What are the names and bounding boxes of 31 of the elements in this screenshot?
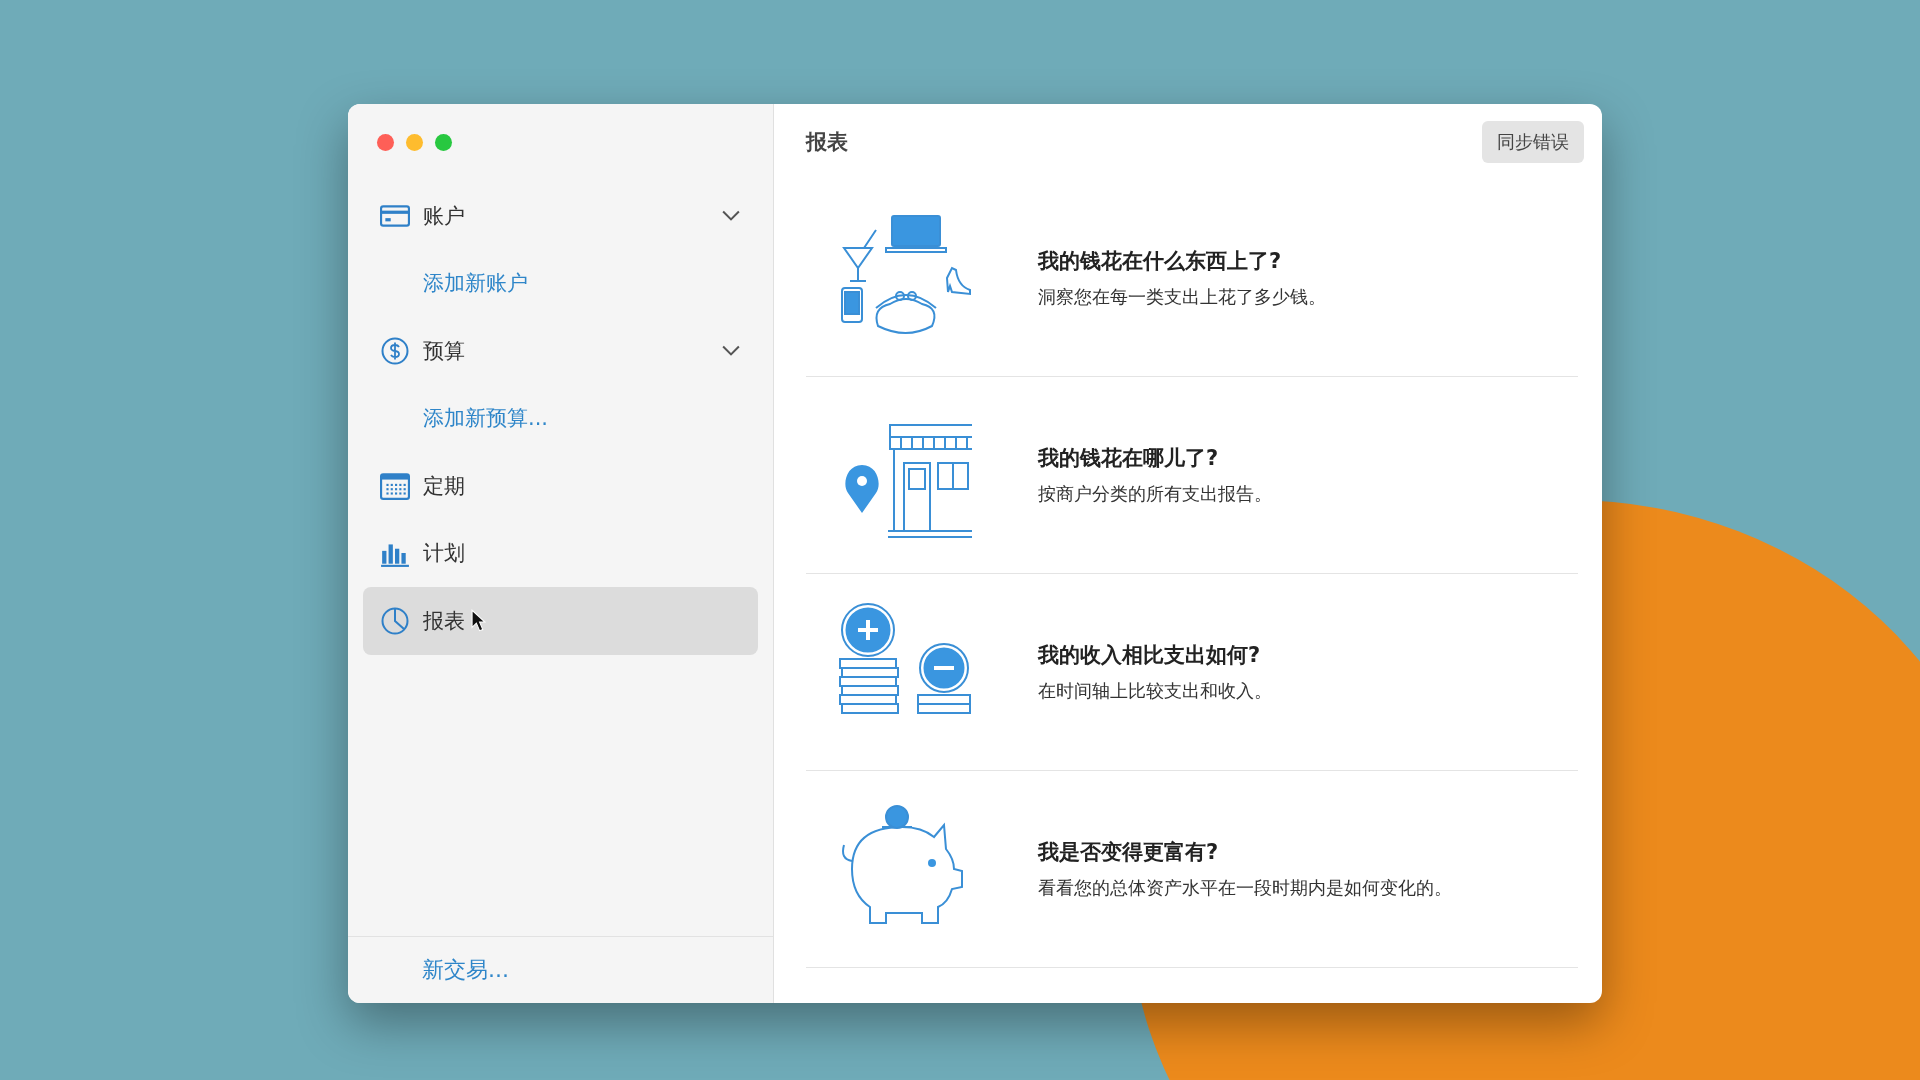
chevron-icon[interactable] bbox=[722, 209, 740, 222]
report-title: 我的钱花在哪儿了? bbox=[1038, 445, 1220, 472]
report-description: 洞察您在每一类支出上花了多少钱。 bbox=[1038, 285, 1326, 309]
pie-chart-icon bbox=[380, 606, 410, 635]
close-button[interactable] bbox=[377, 134, 394, 151]
sidebar-item[interactable]: 报表 bbox=[363, 587, 758, 655]
dollar-icon bbox=[380, 336, 410, 365]
minimize-button[interactable] bbox=[406, 134, 423, 151]
report-item[interactable]: 我的钱花在什么东西上了? 洞察您在每一类支出上花了多少钱。 bbox=[806, 180, 1578, 377]
mouse-pointer-icon bbox=[471, 608, 486, 633]
report-description: 在时间轴上比较支出和收入。 bbox=[1038, 679, 1272, 703]
report-description: 看看您的总体资产水平在一段时期内是如何变化的。 bbox=[1038, 876, 1452, 900]
sidebar-item[interactable]: 预算 bbox=[363, 317, 758, 385]
zoom-button[interactable] bbox=[435, 134, 452, 151]
sidebar-item[interactable]: 计划 bbox=[363, 519, 758, 587]
calendar-icon bbox=[380, 471, 410, 500]
report-item[interactable]: 我是否变得更富有? 看看您的总体资产水平在一段时期内是如何变化的。 bbox=[806, 771, 1578, 968]
sidebar-item[interactable]: 添加新账户 bbox=[363, 249, 758, 317]
sidebar-item[interactable]: 添加新预算... bbox=[363, 384, 758, 452]
report-title: 我是否变得更富有? bbox=[1038, 839, 1220, 866]
report-item[interactable]: 我的钱花在哪儿了? 按商户分类的所有支出报告。 bbox=[806, 377, 1578, 574]
report-description: 按商户分类的所有支出报告。 bbox=[1038, 482, 1272, 506]
new-transaction-link[interactable]: 新交易... bbox=[422, 955, 509, 985]
report-title: 我的钱花在什么东西上了? bbox=[1038, 248, 1283, 275]
sidebar-item[interactable]: 账户 bbox=[363, 182, 758, 250]
sync-errors-button[interactable]: 同步错误 bbox=[1482, 121, 1584, 163]
report-item[interactable]: 我的收入相比支出如何? 在时间轴上比较支出和收入。 bbox=[806, 574, 1578, 771]
sidebar-item[interactable]: 定期 bbox=[363, 452, 758, 520]
report-title: 我的收入相比支出如何? bbox=[1038, 642, 1262, 669]
window-title: 报表 bbox=[806, 129, 848, 156]
chevron-icon[interactable] bbox=[722, 344, 740, 357]
